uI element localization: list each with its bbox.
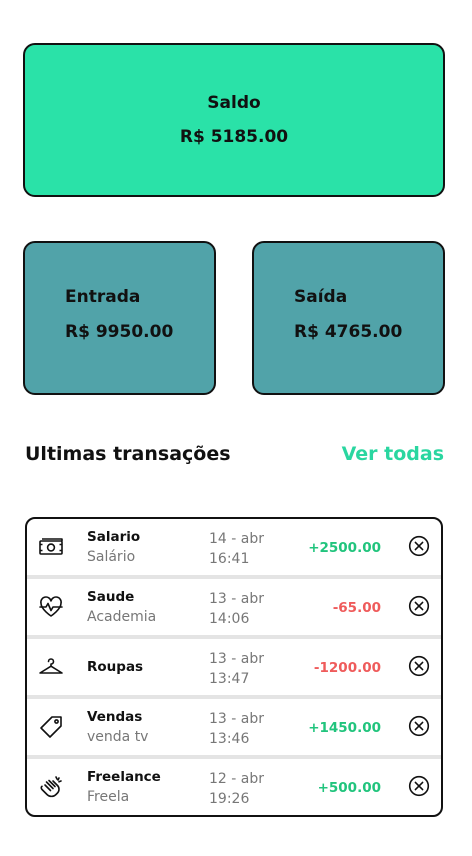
transaction-date: 14 - abr 16:41 bbox=[209, 531, 264, 567]
transaction-list: Salario Salário 14 - abr 16:41 +2500.00 S… bbox=[25, 517, 443, 817]
transaction-row[interactable]: Roupas 13 - abr 13:47 -1200.00 bbox=[27, 639, 441, 699]
transaction-date: 12 - abr 19:26 bbox=[209, 771, 264, 807]
transaction-category: venda tv bbox=[87, 729, 149, 745]
transaction-amount: -65.00 bbox=[332, 600, 381, 616]
transaction-amount: -1200.00 bbox=[313, 660, 381, 676]
transaction-name: Saude bbox=[87, 589, 135, 605]
expense-card: Saída R$ 4765.00 bbox=[252, 241, 445, 395]
balance-title: Saldo bbox=[207, 93, 261, 113]
delete-icon[interactable] bbox=[408, 535, 430, 557]
transaction-amount: +1450.00 bbox=[308, 720, 381, 736]
transaction-date: 13 - abr 13:46 bbox=[209, 711, 264, 747]
income-title: Entrada bbox=[65, 287, 141, 307]
transaction-row[interactable]: Salario Salário 14 - abr 16:41 +2500.00 bbox=[27, 519, 441, 579]
delete-icon[interactable] bbox=[408, 775, 430, 797]
hanger-icon bbox=[39, 658, 63, 674]
transaction-row[interactable]: Freelance Freela 12 - abr 19:26 +500.00 bbox=[27, 759, 441, 815]
transaction-amount: +2500.00 bbox=[308, 540, 381, 556]
transaction-name: Salario bbox=[87, 529, 141, 545]
see-all-link[interactable]: Ver todas bbox=[342, 443, 444, 465]
transaction-date: 13 - abr 13:47 bbox=[209, 651, 264, 687]
income-value: R$ 9950.00 bbox=[65, 322, 174, 342]
balance-value: R$ 5185.00 bbox=[179, 127, 289, 147]
money-icon bbox=[39, 538, 63, 555]
transaction-category: Academia bbox=[87, 609, 157, 625]
balance-card: Saldo R$ 5185.00 bbox=[23, 43, 445, 197]
recent-transactions-title: Ultimas transações bbox=[25, 443, 231, 465]
heartbeat-icon bbox=[39, 596, 63, 617]
transaction-category: Freela bbox=[87, 789, 130, 805]
transaction-name: Freelance bbox=[87, 769, 161, 785]
transaction-date: 13 - abr 14:06 bbox=[209, 591, 264, 627]
tag-icon bbox=[40, 716, 62, 738]
transaction-name: Vendas bbox=[87, 709, 143, 725]
expense-value: R$ 4765.00 bbox=[294, 322, 403, 342]
delete-icon[interactable] bbox=[408, 715, 430, 737]
transaction-amount: +500.00 bbox=[317, 780, 381, 796]
clapping-hand-icon bbox=[40, 776, 62, 798]
income-card: Entrada R$ 9950.00 bbox=[23, 241, 216, 395]
delete-icon[interactable] bbox=[408, 595, 430, 617]
expense-title: Saída bbox=[294, 287, 348, 307]
transaction-name: Roupas bbox=[87, 659, 144, 675]
transaction-row[interactable]: Saude Academia 13 - abr 14:06 -65.00 bbox=[27, 579, 441, 639]
delete-icon[interactable] bbox=[408, 655, 430, 677]
transaction-category: Salário bbox=[87, 549, 136, 565]
transaction-row[interactable]: Vendas venda tv 13 - abr 13:46 +1450.00 bbox=[27, 699, 441, 759]
